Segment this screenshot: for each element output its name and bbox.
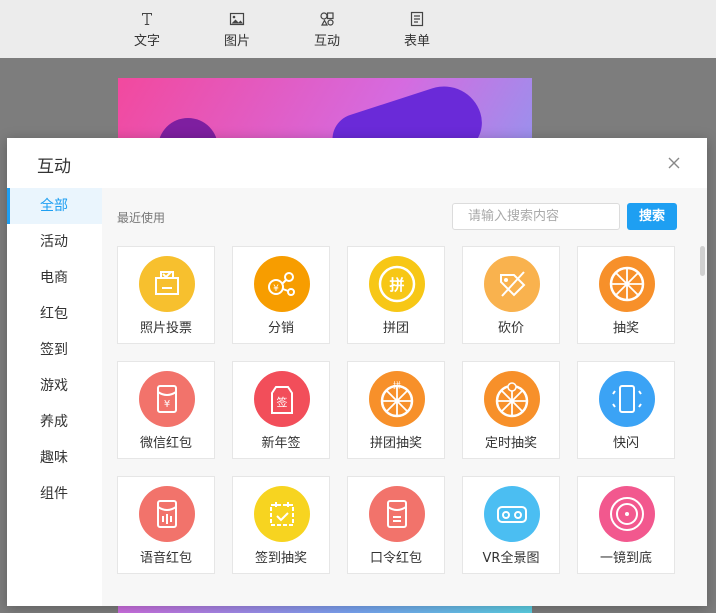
modal-title: 互动 (37, 157, 71, 177)
editor-toolbar: 文字 图片 互动 表单 (0, 0, 716, 59)
group-buy-icon: 拼 (369, 256, 425, 312)
toolbar-image-label: 图片 (223, 34, 250, 49)
sidebar-item-components[interactable]: 组件 (7, 476, 102, 512)
svg-text:¥: ¥ (273, 284, 279, 294)
card-label: 砍价 (497, 321, 524, 336)
voice-red-packet-icon (139, 486, 195, 542)
distribution-icon: ¥ (254, 256, 310, 312)
new-year-sign-icon: 签 (254, 371, 310, 427)
sidebar-item-activity[interactable]: 活动 (7, 224, 102, 260)
card-label: 口令红包 (369, 551, 422, 566)
card-voice-red-packet[interactable]: 语音红包 (117, 476, 215, 574)
card-new-year-sign[interactable]: 签 新年签 (232, 361, 330, 459)
close-button[interactable] (665, 154, 683, 172)
search-input[interactable] (452, 203, 620, 230)
card-password-red-packet[interactable]: 口令红包 (347, 476, 445, 574)
recent-label: 最近使用 (117, 211, 166, 225)
card-label: 快闪 (612, 436, 639, 451)
timed-lottery-icon (484, 371, 540, 427)
vr-panorama-icon (484, 486, 540, 542)
sidebar-item-checkin[interactable]: 签到 (7, 332, 102, 368)
form-icon (387, 8, 447, 30)
card-label: 拼团 (382, 321, 409, 336)
svg-text:¥: ¥ (164, 399, 170, 410)
flash-icon (599, 371, 655, 427)
card-label: 语音红包 (139, 551, 192, 566)
card-photo-vote[interactable]: 照片投票 (117, 246, 215, 344)
sidebar-item-fun[interactable]: 趣味 (7, 440, 102, 476)
card-label: 微信红包 (139, 436, 192, 451)
sidebar-item-game[interactable]: 游戏 (7, 368, 102, 404)
svg-text:拼: 拼 (389, 276, 404, 294)
card-vr-panorama[interactable]: VR全景图 (462, 476, 560, 574)
card-one-shot[interactable]: 一镜到底 (577, 476, 675, 574)
card-label: VR全景图 (482, 551, 540, 566)
card-label: 拼团抽奖 (369, 436, 422, 451)
toolbar-interaction-label: 互动 (313, 34, 340, 49)
card-label: 一镜到底 (599, 551, 652, 566)
card-label: 照片投票 (139, 321, 192, 336)
close-icon (668, 157, 680, 169)
toolbar-interaction-button[interactable]: 互动 (297, 8, 357, 49)
toolbar-text-button[interactable]: 文字 (117, 8, 177, 49)
toolbar-image-button[interactable]: 图片 (207, 8, 267, 49)
card-group-lottery[interactable]: 拼 拼团抽奖 (347, 361, 445, 459)
card-group-buy[interactable]: 拼 拼团 (347, 246, 445, 344)
card-timed-lottery[interactable]: 定时抽奖 (462, 361, 560, 459)
toolbar-text-label: 文字 (133, 34, 160, 49)
svg-text:签: 签 (277, 395, 288, 409)
card-bargain[interactable]: 砍价 (462, 246, 560, 344)
modal-main: 最近使用 搜索 照片投票 ¥ 分销 拼 拼团 (102, 188, 707, 606)
card-label: 定时抽奖 (484, 436, 537, 451)
interaction-modal: 互动 全部 活动 电商 红包 签到 游戏 养成 趣味 组件 最近使用 搜索 照片… (7, 138, 707, 606)
photo-vote-icon (139, 256, 195, 312)
card-label: 抽奖 (612, 321, 639, 336)
sidebar-item-ecommerce[interactable]: 电商 (7, 260, 102, 296)
category-sidebar: 全部 活动 电商 红包 签到 游戏 养成 趣味 组件 (7, 188, 103, 606)
password-red-packet-icon (369, 486, 425, 542)
card-flash[interactable]: 快闪 (577, 361, 675, 459)
one-shot-icon (599, 486, 655, 542)
text-icon (117, 8, 177, 30)
group-lottery-icon: 拼 (369, 371, 425, 427)
toolbar-form-button[interactable]: 表单 (387, 8, 447, 49)
svg-text:拼: 拼 (393, 380, 401, 390)
card-distribution[interactable]: ¥ 分销 (232, 246, 330, 344)
card-label: 签到抽奖 (254, 551, 307, 566)
sidebar-item-nurture[interactable]: 养成 (7, 404, 102, 440)
interaction-icon (297, 8, 357, 30)
toolbar-form-label: 表单 (403, 34, 430, 49)
scrollbar[interactable] (700, 246, 705, 276)
card-lottery[interactable]: 抽奖 (577, 246, 675, 344)
image-icon (207, 8, 267, 30)
card-checkin-lottery[interactable]: 签到抽奖 (232, 476, 330, 574)
checkin-lottery-icon (254, 486, 310, 542)
sidebar-item-all[interactable]: 全部 (7, 188, 102, 224)
lottery-icon (599, 256, 655, 312)
wechat-red-packet-icon: ¥ (139, 371, 195, 427)
card-label: 分销 (267, 321, 294, 336)
bargain-icon (484, 256, 540, 312)
search-button[interactable]: 搜索 (627, 203, 677, 230)
sidebar-item-red-packet[interactable]: 红包 (7, 296, 102, 332)
card-wechat-red-packet[interactable]: ¥ 微信红包 (117, 361, 215, 459)
card-label: 新年签 (261, 436, 301, 451)
modal-header: 互动 (7, 138, 707, 189)
